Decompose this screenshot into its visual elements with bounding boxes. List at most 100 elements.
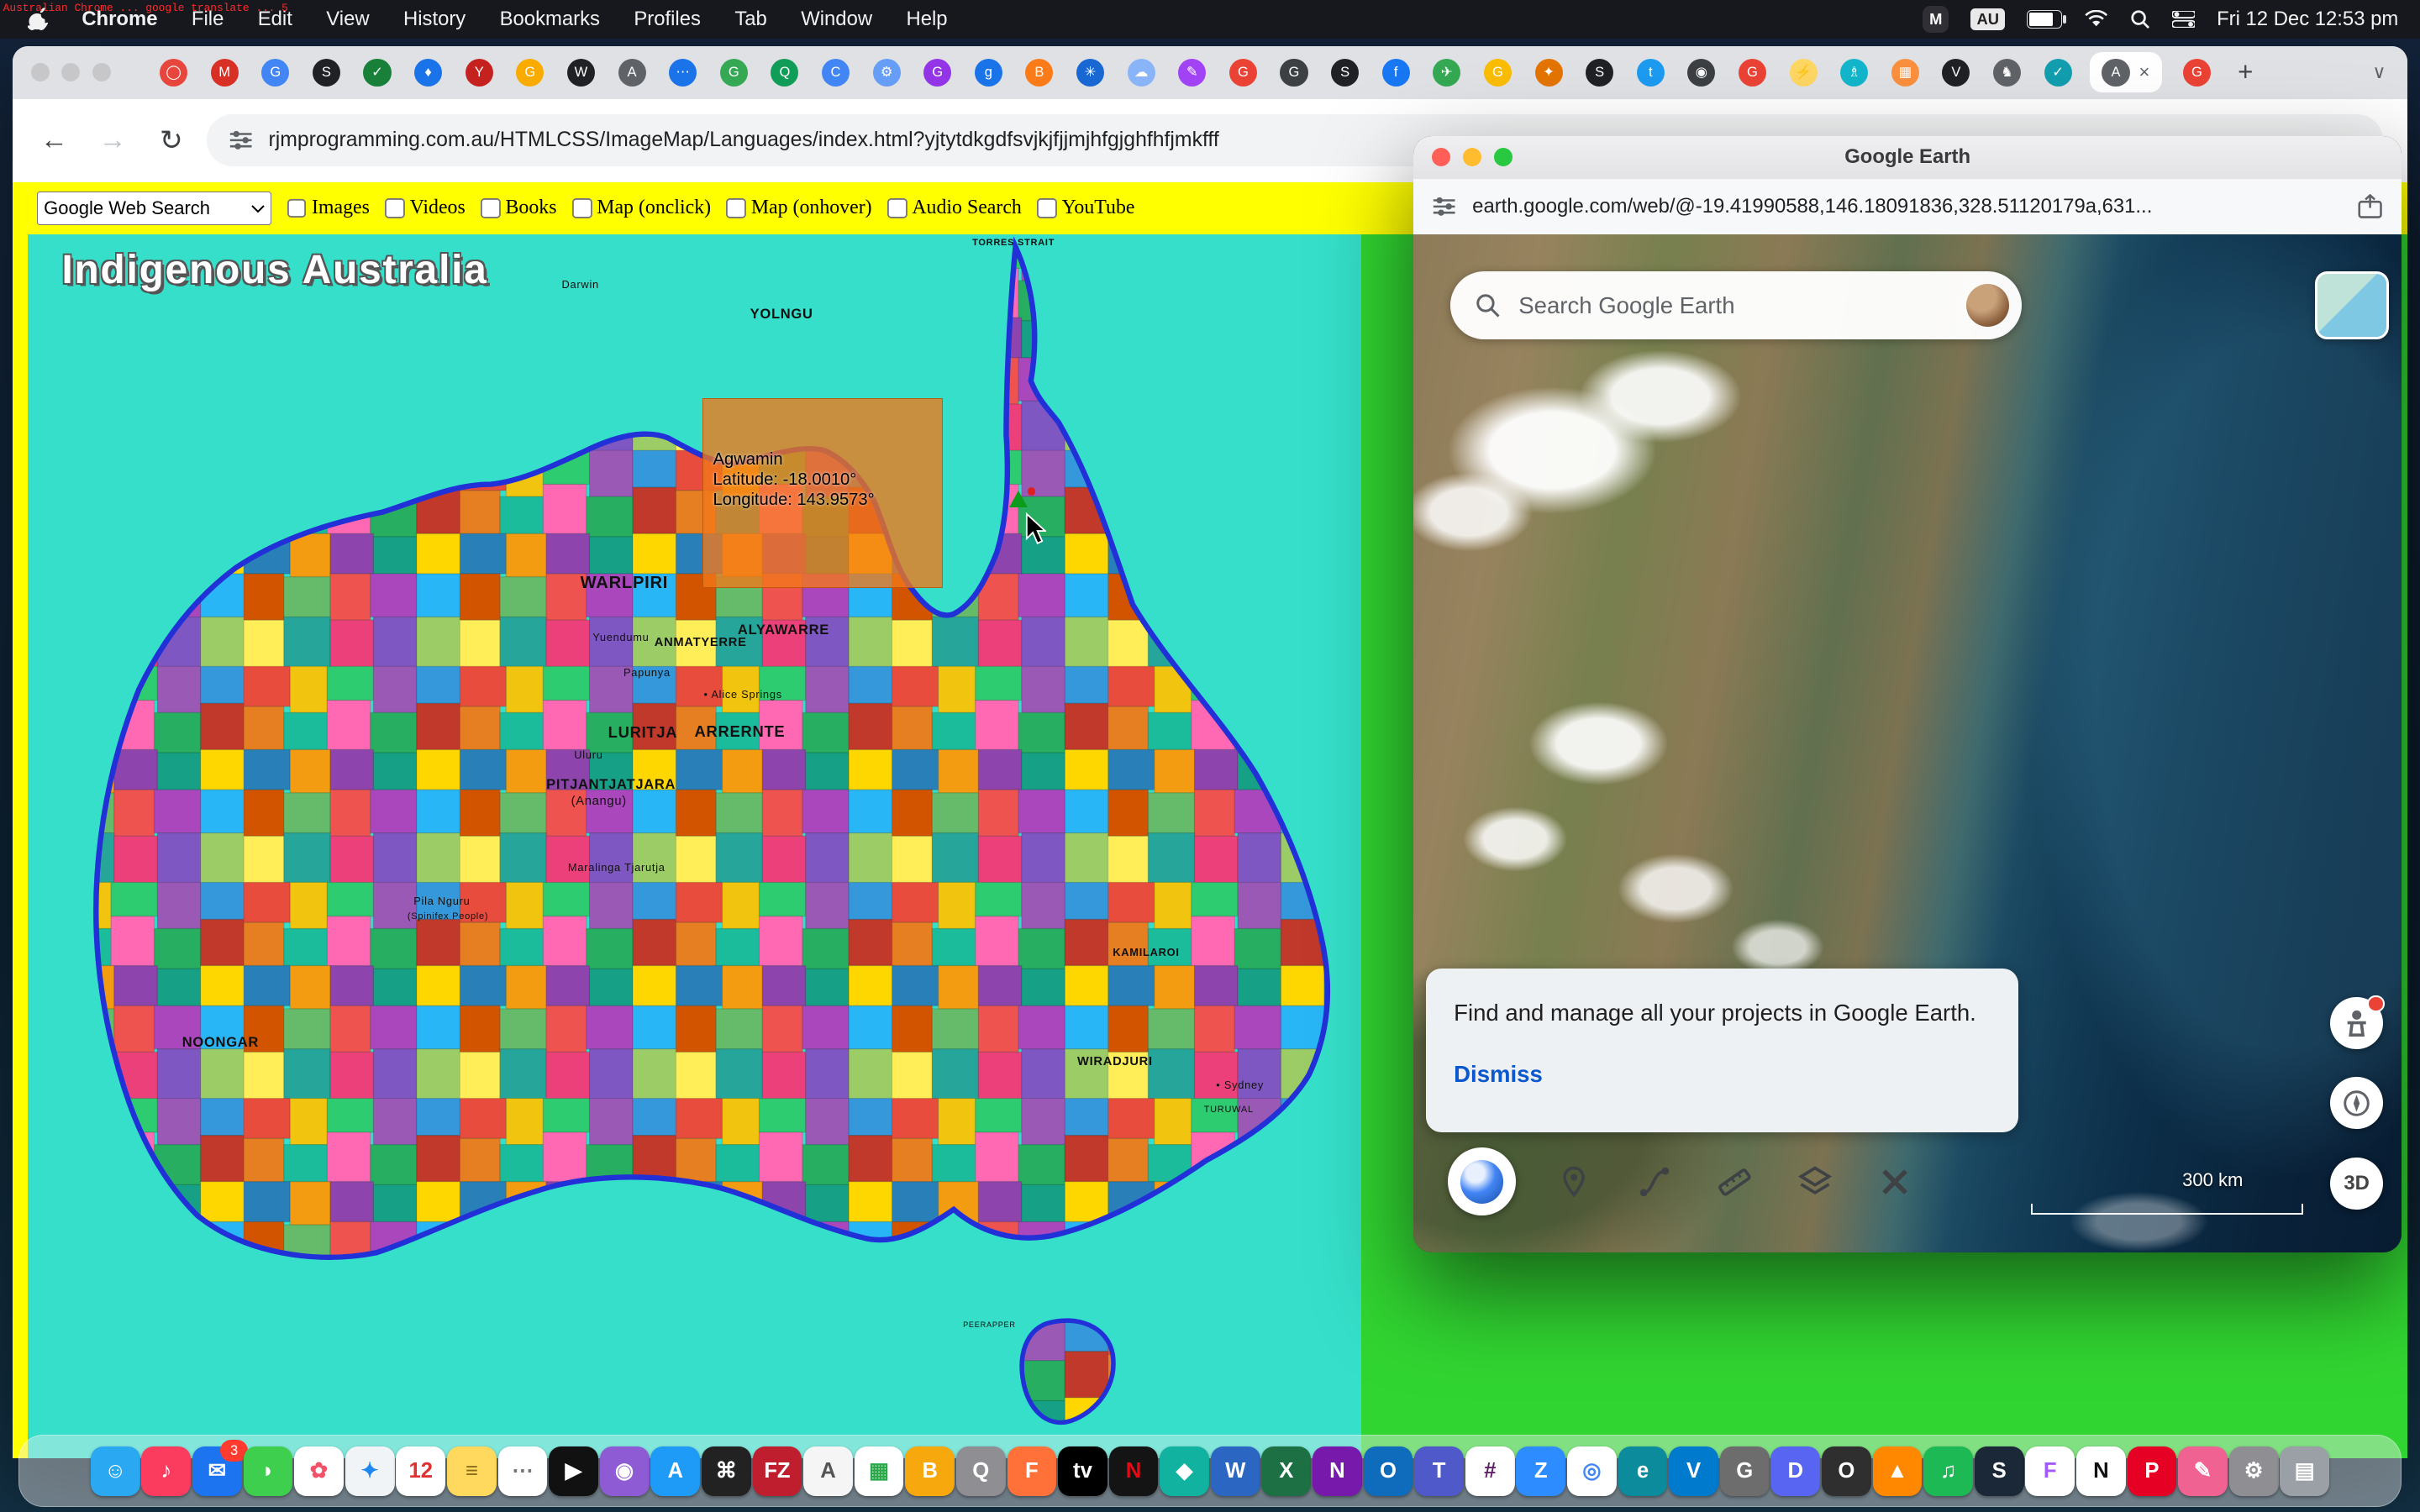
compass-button[interactable] (2330, 1077, 2382, 1129)
dock-app-icon[interactable]: ◎ (1567, 1446, 1617, 1496)
browser-tab[interactable]: B (1014, 59, 1065, 87)
dock-app-icon[interactable]: ▲ (1873, 1446, 1923, 1496)
measure-icon[interactable] (1716, 1163, 1753, 1200)
dock-app-icon[interactable]: X (1261, 1446, 1311, 1496)
zoom-window-button[interactable] (92, 63, 111, 81)
checkbox-input[interactable] (287, 198, 308, 218)
dock-app-icon[interactable]: N (1313, 1446, 1362, 1496)
overview-minimap[interactable] (2315, 271, 2389, 339)
earth-search-placeholder[interactable]: Search Google Earth (1518, 292, 1966, 319)
dock-app-icon[interactable]: V (1669, 1446, 1718, 1496)
window-controls[interactable] (13, 63, 149, 81)
page-checkbox[interactable]: Audio Search (887, 197, 1022, 219)
dock-app-icon[interactable]: F (1007, 1446, 1057, 1496)
page-checkbox[interactable]: Videos (385, 197, 466, 219)
earth-search-bar[interactable]: Search Google Earth (1450, 271, 2022, 339)
browser-tab[interactable]: ✈ (1422, 59, 1473, 87)
browser-tab[interactable]: S (1319, 59, 1370, 87)
earth-traffic-light-button[interactable] (1494, 148, 1512, 166)
dock-app-icon[interactable]: ⚙ (2229, 1446, 2279, 1496)
earth-url-text[interactable]: earth.google.com/web/@-19.41990588,146.1… (1472, 195, 2356, 218)
dock-app-icon[interactable]: ◆ (1160, 1446, 1209, 1496)
dock-app-icon[interactable]: 12 (396, 1446, 445, 1496)
menu-item[interactable]: Window (801, 8, 872, 31)
browser-tab[interactable]: Y (454, 59, 505, 87)
dock-app-icon[interactable]: T (1414, 1446, 1464, 1496)
dock-app-icon[interactable]: ≡ (447, 1446, 497, 1496)
dock-app-icon[interactable]: G (1720, 1446, 1770, 1496)
dock-app-icon[interactable]: ◗ (244, 1446, 293, 1496)
dock-app-icon[interactable]: Z (1516, 1446, 1565, 1496)
earth-site-settings-icon[interactable] (1432, 196, 1456, 218)
3d-toggle-button[interactable]: 3D (2330, 1158, 2382, 1210)
dock-app-icon[interactable]: N (1109, 1446, 1159, 1496)
checkbox-input[interactable] (887, 198, 908, 218)
browser-tab[interactable]: ✓ (352, 59, 403, 87)
reload-button[interactable]: ↻ (142, 123, 201, 157)
input-source-indicator[interactable]: AU (1970, 8, 2005, 30)
dock-app-icon[interactable]: O (1822, 1446, 1871, 1496)
browser-tab[interactable]: ⋯ (657, 59, 708, 87)
browser-tab[interactable]: ◉ (1676, 59, 1728, 87)
wifi-icon[interactable] (2084, 10, 2108, 29)
page-checkbox[interactable]: Images (287, 197, 370, 219)
earth-address-bar[interactable]: earth.google.com/web/@-19.41990588,146.1… (1413, 179, 2401, 235)
browser-tab[interactable]: ✓ (2033, 59, 2084, 87)
dock-app-icon[interactable]: O (1364, 1446, 1413, 1496)
spotlight-search-icon[interactable] (2130, 9, 2150, 29)
menu-item[interactable]: History (403, 8, 466, 31)
checkbox-input[interactable] (572, 198, 592, 218)
battery-icon[interactable] (2027, 10, 2062, 29)
checkbox-input[interactable] (385, 198, 405, 218)
browser-tab[interactable]: S (301, 59, 352, 87)
dock-app-icon[interactable]: A (650, 1446, 700, 1496)
browser-tab[interactable]: ☁ (1116, 59, 1167, 87)
dock-app-icon[interactable]: ◉ (600, 1446, 650, 1496)
browser-tab[interactable]: Q (760, 59, 811, 87)
menu-item[interactable]: Bookmarks (500, 8, 600, 31)
browser-tab[interactable]: G (250, 59, 301, 87)
checkbox-input[interactable] (726, 198, 746, 218)
earth-traffic-light-button[interactable] (1432, 148, 1450, 166)
pegman-button[interactable] (2330, 997, 2382, 1049)
dock-app-icon[interactable]: ✎ (2178, 1446, 2228, 1496)
browser-tab[interactable]: M (199, 59, 250, 87)
page-checkbox[interactable]: Books (481, 197, 556, 219)
browser-tab[interactable]: G (1472, 59, 1523, 87)
dock-app-icon[interactable]: ✿ (294, 1446, 344, 1496)
browser-tab[interactable]: ✦ (1523, 59, 1575, 87)
back-button[interactable]: ← (24, 124, 83, 156)
browser-tab[interactable]: ◯ (148, 59, 199, 87)
browser-tab[interactable]: ♞ (1981, 59, 2033, 87)
checkbox-input[interactable] (1037, 198, 1057, 218)
dock-app-icon[interactable]: N (2076, 1446, 2126, 1496)
browser-tab[interactable]: G (1269, 59, 1320, 87)
dock-app-icon[interactable]: ✉ 3 (192, 1446, 242, 1496)
browser-tab[interactable]: G (505, 59, 556, 87)
dock-app-icon[interactable]: ⌘ (702, 1446, 751, 1496)
dock-app-icon[interactable]: W (1211, 1446, 1260, 1496)
close-window-button[interactable] (31, 63, 50, 81)
forward-button[interactable]: → (83, 124, 142, 156)
menubar-app-icon[interactable]: M (1923, 6, 1949, 32)
dock-app-icon[interactable]: ♫ (1923, 1446, 1973, 1496)
draw-path-icon[interactable] (1636, 1163, 1673, 1200)
dock-app-icon[interactable]: ✦ (345, 1446, 395, 1496)
browser-tab[interactable]: G (1218, 59, 1269, 87)
indigenous-australia-map[interactable]: Indigenous Australia TORRES STRAITDarwin… (28, 234, 1361, 1458)
search-icon[interactable] (1476, 293, 1500, 318)
page-checkbox[interactable]: YouTube (1037, 197, 1134, 219)
dock-app-icon[interactable]: FZ (753, 1446, 802, 1496)
page-checkbox[interactable]: Map (onhover) (726, 197, 871, 219)
dock-app-icon[interactable]: Q (956, 1446, 1006, 1496)
minimize-window-button[interactable] (61, 63, 80, 81)
browser-tab[interactable]: G (912, 59, 963, 87)
new-tab-button[interactable]: + (2238, 57, 2253, 87)
dock-app-icon[interactable]: ▤ (2280, 1446, 2329, 1496)
account-avatar[interactable] (1966, 284, 2009, 327)
dock-app-icon[interactable]: # (1465, 1446, 1515, 1496)
share-icon[interactable] (2357, 194, 2383, 218)
active-tab[interactable]: A × (2090, 52, 2162, 92)
browser-tab[interactable]: V (1931, 59, 1982, 87)
dock-app-icon[interactable]: ▦ (855, 1446, 904, 1496)
